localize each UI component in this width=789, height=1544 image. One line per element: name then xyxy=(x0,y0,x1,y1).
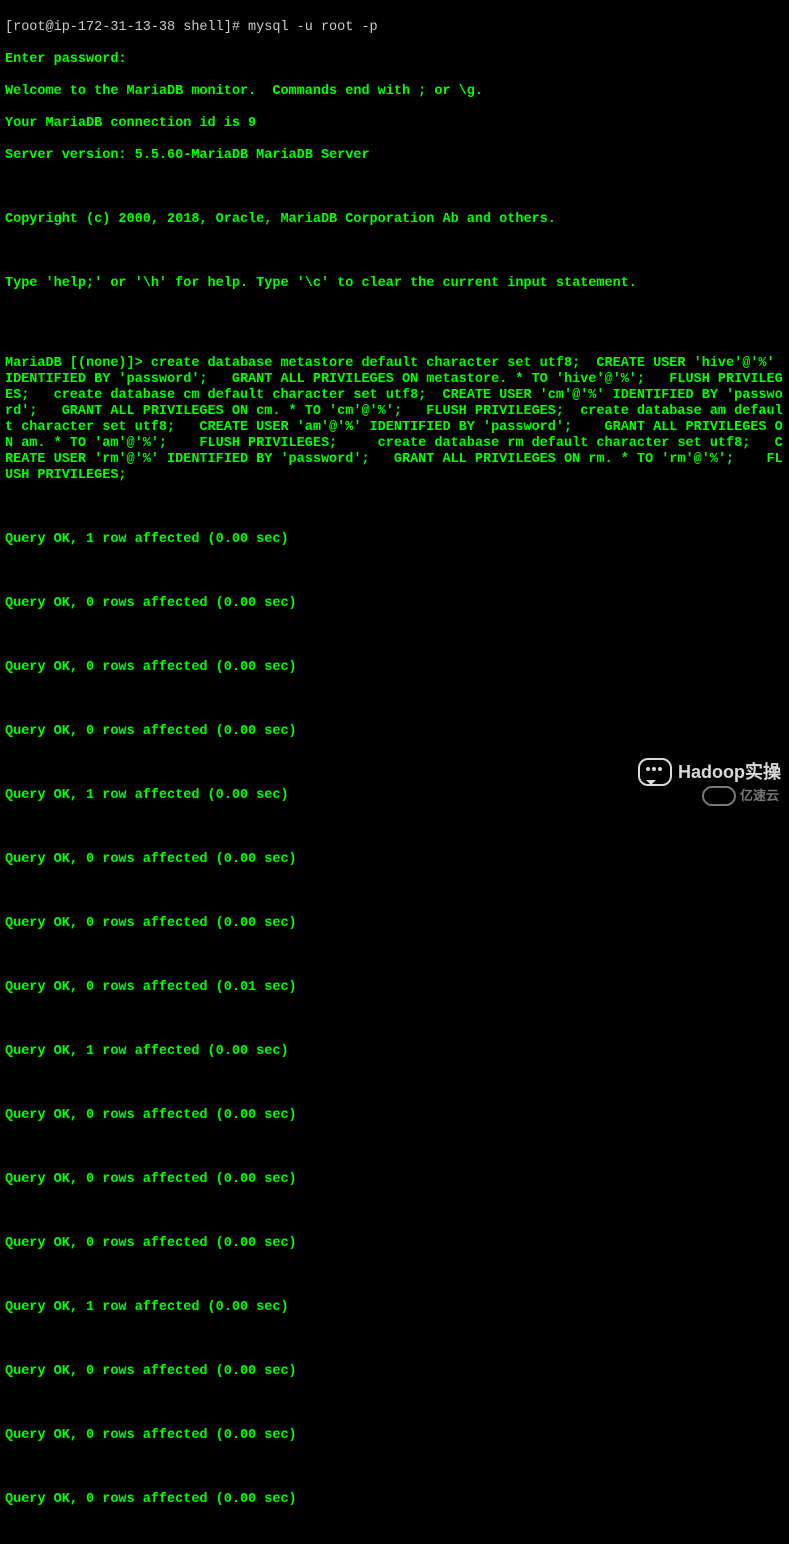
output-line: Copyright (c) 2000, 2018, Oracle, MariaD… xyxy=(5,212,784,228)
blank-line xyxy=(5,500,784,516)
query-result-line: Query OK, 1 row affected (0.00 sec) xyxy=(5,532,784,548)
query-result-line: Query OK, 1 row affected (0.00 sec) xyxy=(5,1044,784,1060)
output-line xyxy=(5,180,784,196)
query-result-line: Query OK, 0 rows affected (0.00 sec) xyxy=(5,916,784,932)
output-line: Welcome to the MariaDB monitor. Commands… xyxy=(5,84,784,100)
query-result-line: Query OK, 0 rows affected (0.00 sec) xyxy=(5,1108,784,1124)
output-line: Server version: 5.5.60-MariaDB MariaDB S… xyxy=(5,148,784,164)
sql-command-block: MariaDB [(none)]> create database metast… xyxy=(5,356,784,484)
query-result-line xyxy=(5,1268,784,1284)
output-line: Type 'help;' or '\h' for help. Type '\c'… xyxy=(5,276,784,292)
query-result-line: Query OK, 0 rows affected (0.00 sec) xyxy=(5,660,784,676)
query-result-line: Query OK, 0 rows affected (0.00 sec) xyxy=(5,596,784,612)
output-line: Enter password: xyxy=(5,52,784,68)
query-result-line xyxy=(5,692,784,708)
query-result-line xyxy=(5,1396,784,1412)
cloud-icon xyxy=(702,786,736,806)
query-result-line xyxy=(5,1012,784,1028)
query-result-line xyxy=(5,1460,784,1476)
watermark-wechat: Hadoop实操 xyxy=(638,758,781,786)
query-result-line: Query OK, 0 rows affected (0.00 sec) xyxy=(5,1428,784,1444)
query-result-line xyxy=(5,628,784,644)
wechat-icon xyxy=(638,758,672,786)
output-line: Your MariaDB connection id is 9 xyxy=(5,116,784,132)
query-result-line xyxy=(5,1140,784,1156)
query-result-line: Query OK, 0 rows affected (0.00 sec) xyxy=(5,724,784,740)
query-result-line: Query OK, 0 rows affected (0.00 sec) xyxy=(5,1236,784,1252)
query-result-line xyxy=(5,1076,784,1092)
query-result-line xyxy=(5,1332,784,1348)
result-block: Query OK, 1 row affected (0.00 sec) Quer… xyxy=(5,532,784,1508)
shell-prompt-line: [root@ip-172-31-13-38 shell]# mysql -u r… xyxy=(5,20,784,36)
query-result-line: Query OK, 0 rows affected (0.00 sec) xyxy=(5,1172,784,1188)
query-result-line: Query OK, 0 rows affected (0.00 sec) xyxy=(5,1364,784,1380)
cloud-label: 亿速云 xyxy=(740,788,779,804)
query-result-line xyxy=(5,948,784,964)
query-result-line xyxy=(5,564,784,580)
query-result-line: Query OK, 1 row affected (0.00 sec) xyxy=(5,788,784,804)
output-line xyxy=(5,308,784,324)
query-result-line xyxy=(5,820,784,836)
wechat-label: Hadoop实操 xyxy=(678,764,781,780)
query-result-line xyxy=(5,884,784,900)
query-result-line: Query OK, 0 rows affected (0.00 sec) xyxy=(5,1492,784,1508)
query-result-line: Query OK, 1 row affected (0.00 sec) xyxy=(5,1300,784,1316)
query-result-line: Query OK, 0 rows affected (0.01 sec) xyxy=(5,980,784,996)
output-line xyxy=(5,244,784,260)
query-result-line: Query OK, 0 rows affected (0.00 sec) xyxy=(5,852,784,868)
query-result-line xyxy=(5,1204,784,1220)
intro-block: Enter password: Welcome to the MariaDB m… xyxy=(5,52,784,324)
watermark-cloud: 亿速云 xyxy=(702,786,779,806)
